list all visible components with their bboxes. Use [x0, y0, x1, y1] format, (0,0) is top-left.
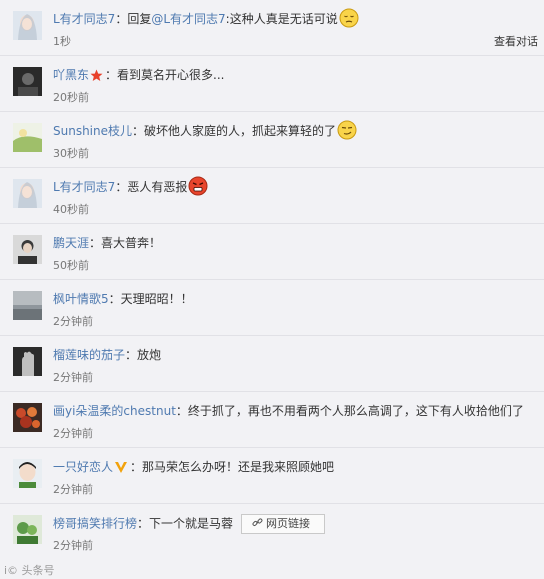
- comment-item: Sunshine枝儿：破坏他人家庭的人，抓起来算轻的了 30秒前: [0, 112, 544, 168]
- avatar[interactable]: [13, 123, 42, 152]
- comment-line: 枫叶情歌5：天理昭昭！！: [53, 290, 534, 308]
- comment-text: ：恶人有恶报: [115, 180, 188, 194]
- avatar[interactable]: [13, 179, 42, 208]
- comment-line: 画yi朵温柔的chestnut：终于抓了，再也不用看两个人那么高调了，这下有人收…: [53, 402, 534, 420]
- username-link[interactable]: 画yi朵温柔的chestnut: [53, 404, 176, 418]
- comment-text: ：看到莫名开心很多...: [105, 68, 225, 82]
- avatar[interactable]: [13, 347, 42, 376]
- avatar[interactable]: [13, 291, 42, 320]
- timestamp: 20秒前: [53, 91, 89, 104]
- comment-item: 榴莲味的茄子：放炮 2分钟前: [0, 336, 544, 392]
- comment-item: L有才同志7：回复@L有才同志7:这种人真是无话可说 1秒 查看对话: [0, 0, 544, 56]
- comment-item: 榜哥搞笑排行榜：下一个就是马蓉 网页链接 2分钟前: [0, 504, 544, 560]
- sigh-face-icon: [339, 8, 359, 28]
- comment-line: L有才同志7：恶人有恶报: [53, 176, 534, 196]
- username-link[interactable]: Sunshine枝儿: [53, 124, 132, 138]
- smirk-face-icon: [337, 120, 357, 140]
- username-link[interactable]: 鹏天涯: [53, 236, 89, 250]
- timestamp: 2分钟前: [53, 315, 93, 328]
- v-verified-icon: [115, 462, 128, 473]
- reply-prefix: ：回复: [115, 12, 152, 26]
- comment-text: ：天理昭昭！！: [108, 292, 193, 306]
- username-link[interactable]: L有才同志7: [53, 12, 115, 26]
- red-star-icon: [90, 69, 103, 81]
- web-link-label: 网页链接: [266, 517, 311, 530]
- view-conversation-link[interactable]: 查看对话: [494, 35, 538, 49]
- avatar[interactable]: [13, 235, 42, 264]
- avatar[interactable]: [13, 403, 42, 432]
- avatar[interactable]: [13, 11, 42, 40]
- username-link[interactable]: 吖黑东: [53, 68, 89, 82]
- comment-text: ：放炮: [125, 348, 162, 362]
- comment-text: :这种人真是无话可说: [225, 12, 338, 26]
- comment-line: 吖黑东 ：看到莫名开心很多...: [53, 66, 534, 84]
- web-link-button[interactable]: 网页链接: [241, 514, 326, 534]
- watermark: i© 头条号: [4, 564, 55, 577]
- comment-text: ：下一个就是马蓉: [137, 516, 234, 531]
- link-icon: [252, 518, 263, 526]
- username-link[interactable]: 榴莲味的茄子: [53, 348, 125, 362]
- mention-link[interactable]: @L有才同志7: [151, 12, 225, 26]
- comment-line: L有才同志7：回复@L有才同志7:这种人真是无话可说: [53, 8, 534, 28]
- avatar[interactable]: [13, 515, 42, 544]
- comment-item: 画yi朵温柔的chestnut：终于抓了，再也不用看两个人那么高调了，这下有人收…: [0, 392, 544, 448]
- avatar[interactable]: [13, 67, 42, 96]
- timestamp: 2分钟前: [53, 483, 93, 496]
- comment-list: L有才同志7：回复@L有才同志7:这种人真是无话可说 1秒 查看对话 吖黑东 ：看…: [0, 0, 544, 560]
- username-link[interactable]: 枫叶情歌5: [53, 292, 109, 306]
- comment-line: 榜哥搞笑排行榜：下一个就是马蓉 网页链接: [53, 514, 534, 534]
- username-link[interactable]: L有才同志7: [53, 180, 115, 194]
- username-link[interactable]: 一只好恋人: [53, 460, 113, 474]
- timestamp: 40秒前: [53, 203, 89, 216]
- comment-line: 一只好恋人 ：那马荣怎么办呀！还是我来照顾她吧: [53, 458, 534, 476]
- avatar[interactable]: [13, 459, 42, 488]
- timestamp: 2分钟前: [53, 539, 93, 552]
- comment-item: L有才同志7：恶人有恶报 40秒前: [0, 168, 544, 224]
- comment-line: 榴莲味的茄子：放炮: [53, 346, 534, 364]
- angry-face-icon: [188, 176, 208, 196]
- timestamp: 50秒前: [53, 259, 89, 272]
- comment-text: ：那马荣怎么办呀！还是我来照顾她吧: [130, 460, 335, 474]
- timestamp: 1秒: [53, 35, 71, 48]
- timestamp: 30秒前: [53, 147, 89, 160]
- comment-item: 吖黑东 ：看到莫名开心很多... 20秒前: [0, 56, 544, 112]
- comment-text: ：破坏他人家庭的人，抓起来算轻的了: [132, 124, 337, 138]
- comment-text: ：喜大普奔！: [89, 236, 162, 250]
- comment-item: 鹏天涯：喜大普奔！ 50秒前: [0, 224, 544, 280]
- timestamp: 2分钟前: [53, 371, 93, 384]
- comment-item: 一只好恋人 ：那马荣怎么办呀！还是我来照顾她吧 2分钟前: [0, 448, 544, 504]
- comment-text: ：终于抓了，再也不用看两个人那么高调了，这下有人收拾他们了: [175, 404, 524, 418]
- timestamp: 2分钟前: [53, 427, 93, 440]
- username-link[interactable]: 榜哥搞笑排行榜: [53, 517, 137, 531]
- comment-item: 枫叶情歌5：天理昭昭！！ 2分钟前: [0, 280, 544, 336]
- comment-line: Sunshine枝儿：破坏他人家庭的人，抓起来算轻的了: [53, 120, 534, 140]
- comment-line: 鹏天涯：喜大普奔！: [53, 234, 534, 252]
